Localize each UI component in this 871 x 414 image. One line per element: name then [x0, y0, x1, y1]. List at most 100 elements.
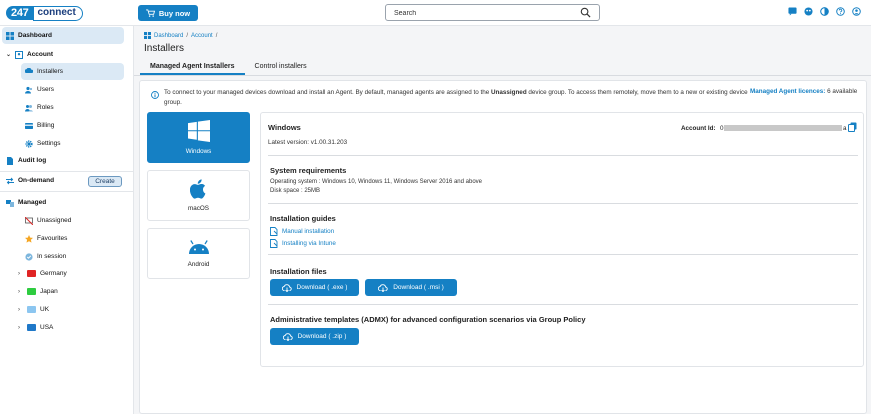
sidebar-item-roles[interactable]: Roles — [25, 99, 54, 116]
chat-icon[interactable] — [788, 7, 797, 16]
color-theme-icon[interactable] — [804, 7, 813, 16]
download-msi-label: Download ( .msi ) — [393, 284, 444, 291]
top-icons — [788, 7, 861, 16]
sidebar-item-billing[interactable]: Billing — [25, 117, 54, 134]
dashboard-icon — [6, 31, 14, 40]
sidebar-item-audit-log[interactable]: Audit log — [6, 152, 46, 169]
sidebar-item-label: Billing — [37, 122, 55, 129]
sidebar-item-managed[interactable]: Managed — [6, 194, 46, 211]
users-icon — [25, 86, 33, 93]
sidebar-item-account[interactable]: ⌄ Account — [6, 46, 53, 63]
sidebar-item-in-session[interactable]: In session — [25, 248, 66, 265]
android-icon — [188, 240, 209, 254]
contrast-icon[interactable] — [820, 7, 829, 16]
section-divider — [268, 254, 858, 255]
search-input[interactable] — [394, 8, 574, 18]
buy-now-label: Buy now — [158, 8, 191, 18]
tab-control-installers[interactable]: Control installers — [245, 59, 317, 75]
info-text-before: To connect to your managed devices downl… — [164, 89, 491, 96]
folder-icon — [27, 324, 36, 331]
apple-icon — [189, 179, 205, 199]
info-message: To connect to your managed devices downl… — [164, 88, 749, 107]
sidebar-item-label: Settings — [37, 140, 61, 147]
intune-installation-label: Installing via Intune — [282, 240, 336, 247]
sidebar-item-on-demand[interactable]: On-demand — [6, 172, 54, 189]
help-icon[interactable] — [836, 7, 845, 16]
sidebar-item-label: Roles — [37, 104, 54, 111]
sidebar-item-group-japan[interactable]: › Japan — [18, 283, 58, 300]
cloud-download-icon — [282, 332, 293, 341]
managed-devices-icon — [6, 199, 14, 207]
sidebar-item-label: Unassigned — [37, 217, 72, 224]
account-id-redacted — [724, 125, 842, 131]
intune-installation-link[interactable]: Installing via Intune — [270, 239, 336, 248]
info-unassigned: Unassigned — [490, 89, 527, 96]
logo[interactable]: 247 connect — [6, 4, 83, 22]
section-divider — [268, 155, 858, 156]
installer-detail: Windows Latest version: v1.00.31.203 Acc… — [260, 112, 864, 367]
buy-now-button[interactable]: Buy now — [138, 5, 198, 21]
folder-icon — [27, 306, 36, 313]
sidebar-item-dashboard[interactable]: Dashboard — [2, 27, 124, 44]
download-msi-button[interactable]: Download ( .msi ) — [365, 279, 457, 296]
sidebar-item-settings[interactable]: Settings — [25, 135, 61, 152]
sidebar-item-label: On-demand — [18, 177, 55, 184]
copy-icon[interactable] — [848, 122, 857, 132]
breadcrumb-separator: / — [186, 32, 189, 39]
sidebar-item-label: Account — [27, 51, 53, 58]
main-content: Dashboard / Account / Installers Managed… — [134, 26, 871, 414]
logo-number: 247 — [6, 6, 34, 20]
sidebar-item-group-germany[interactable]: › Germany — [18, 265, 67, 282]
unassigned-icon — [25, 216, 33, 225]
star-icon — [25, 234, 33, 243]
requirements-disk: Disk space : 25MB — [270, 188, 321, 194]
requirements-os: Operating system : Windows 10, Windows 1… — [270, 179, 482, 185]
document-link-icon — [270, 239, 278, 248]
manual-installation-label: Manual installation — [282, 228, 335, 235]
chevron-right-icon: › — [18, 324, 20, 331]
sidebar-item-label: Favourites — [37, 235, 68, 242]
licences-info: Managed Agent licences: 6 available — [750, 88, 857, 95]
sidebar-item-label: Dashboard — [18, 32, 52, 39]
breadcrumb-separator: / — [215, 32, 218, 39]
admx-title: Administrative templates (ADMX) for adva… — [270, 315, 586, 324]
os-card-macos[interactable]: macOS — [147, 170, 250, 221]
document-icon — [7, 156, 13, 165]
tab-managed-agent-installers[interactable]: Managed Agent Installers — [140, 59, 245, 75]
sidebar-item-installers[interactable]: Installers — [21, 63, 124, 80]
top-bar: 247 connect Buy now — [0, 0, 871, 26]
create-button[interactable]: Create — [88, 176, 122, 187]
download-exe-button[interactable]: Download ( .exe ) — [270, 279, 359, 296]
sidebar-item-label: Germany — [40, 270, 67, 277]
installers-panel: To connect to your managed devices downl… — [139, 80, 867, 414]
info-icon — [151, 91, 159, 99]
page-title: Installers — [144, 43, 185, 54]
cloud-download-icon — [378, 283, 388, 292]
sidebar-item-favourites[interactable]: Favourites — [25, 230, 67, 247]
sidebar-item-group-usa[interactable]: › USA — [18, 319, 53, 336]
licences-label[interactable]: Managed Agent licences: — [750, 88, 825, 95]
installation-files-title: Installation files — [270, 267, 327, 276]
cloud-download-icon — [281, 283, 292, 292]
account-id-prefix: 0 — [720, 125, 724, 132]
folder-icon — [27, 288, 36, 295]
licences-value: 6 available — [827, 88, 858, 95]
in-session-icon — [25, 252, 33, 261]
section-divider — [268, 304, 858, 305]
search-icon[interactable] — [580, 7, 591, 18]
breadcrumb-account[interactable]: Account — [191, 33, 213, 39]
dashboard-icon — [144, 32, 151, 39]
os-card-android[interactable]: Android — [147, 228, 250, 279]
sidebar-item-group-uk[interactable]: › UK — [18, 301, 49, 318]
manual-installation-link[interactable]: Manual installation — [270, 227, 334, 236]
sidebar-divider — [0, 191, 134, 192]
installers-icon — [25, 67, 33, 73]
sidebar-item-users[interactable]: Users — [25, 81, 54, 98]
latest-version: Latest version: v1.00.31.203 — [268, 139, 348, 146]
sidebar-item-unassigned[interactable]: Unassigned — [25, 212, 71, 229]
download-zip-button[interactable]: Download ( .zip ) — [270, 328, 359, 345]
user-icon[interactable] — [852, 7, 861, 16]
breadcrumb-dashboard[interactable]: Dashboard — [154, 33, 183, 39]
os-card-windows[interactable]: Windows — [147, 112, 250, 163]
installation-guides-title: Installation guides — [270, 214, 336, 223]
